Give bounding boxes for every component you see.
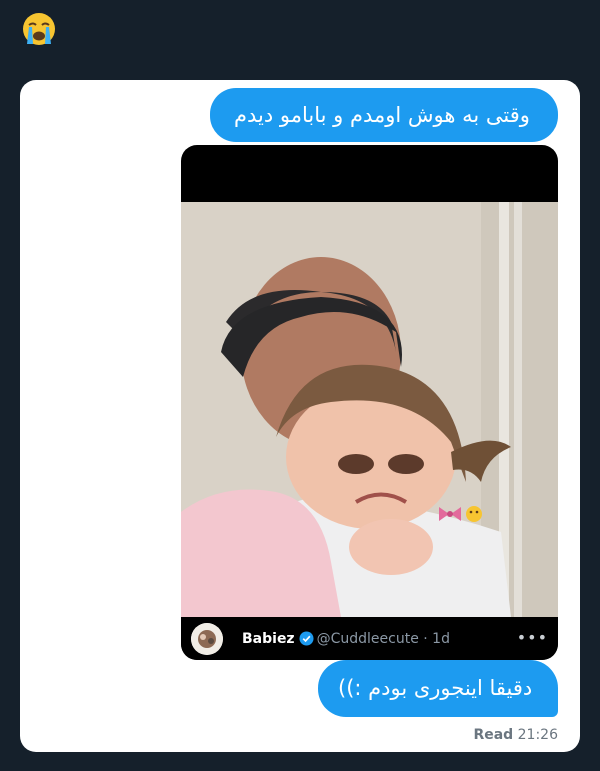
message-bubble[interactable]: وقتی به هوش اومدم و بابامو دیدم xyxy=(210,88,558,142)
message-bubble[interactable]: دقیقا اینجوری بودم :)) xyxy=(318,660,558,717)
read-receipt: Read 21:26 xyxy=(473,727,558,743)
loudly-crying-face-icon xyxy=(23,13,55,45)
more-horizontal-icon[interactable]: ••• xyxy=(517,628,548,647)
tweet-handle[interactable]: @Cuddleecute · 1d xyxy=(317,631,450,647)
shared-tweet-media[interactable]: Babiez @Cuddleecute · 1d ••• xyxy=(181,145,558,660)
avatar[interactable] xyxy=(191,622,223,655)
read-label: Read xyxy=(473,727,514,743)
tweet-author-name[interactable]: Babiez xyxy=(242,631,295,647)
tweet-video-thumbnail[interactable] xyxy=(181,202,558,617)
tweet-author-bar[interactable]: Babiez @Cuddleecute · 1d ••• xyxy=(181,617,558,660)
message-time: 21:26 xyxy=(517,727,558,743)
chat-card: وقتی به هوش اومدم و بابامو دیدم Babiez @… xyxy=(20,80,580,752)
verified-badge-icon xyxy=(299,631,314,646)
message-text: دقیقا اینجوری بودم :)) xyxy=(338,676,533,700)
message-text: وقتی به هوش اومدم و بابامو دیدم xyxy=(234,102,530,127)
